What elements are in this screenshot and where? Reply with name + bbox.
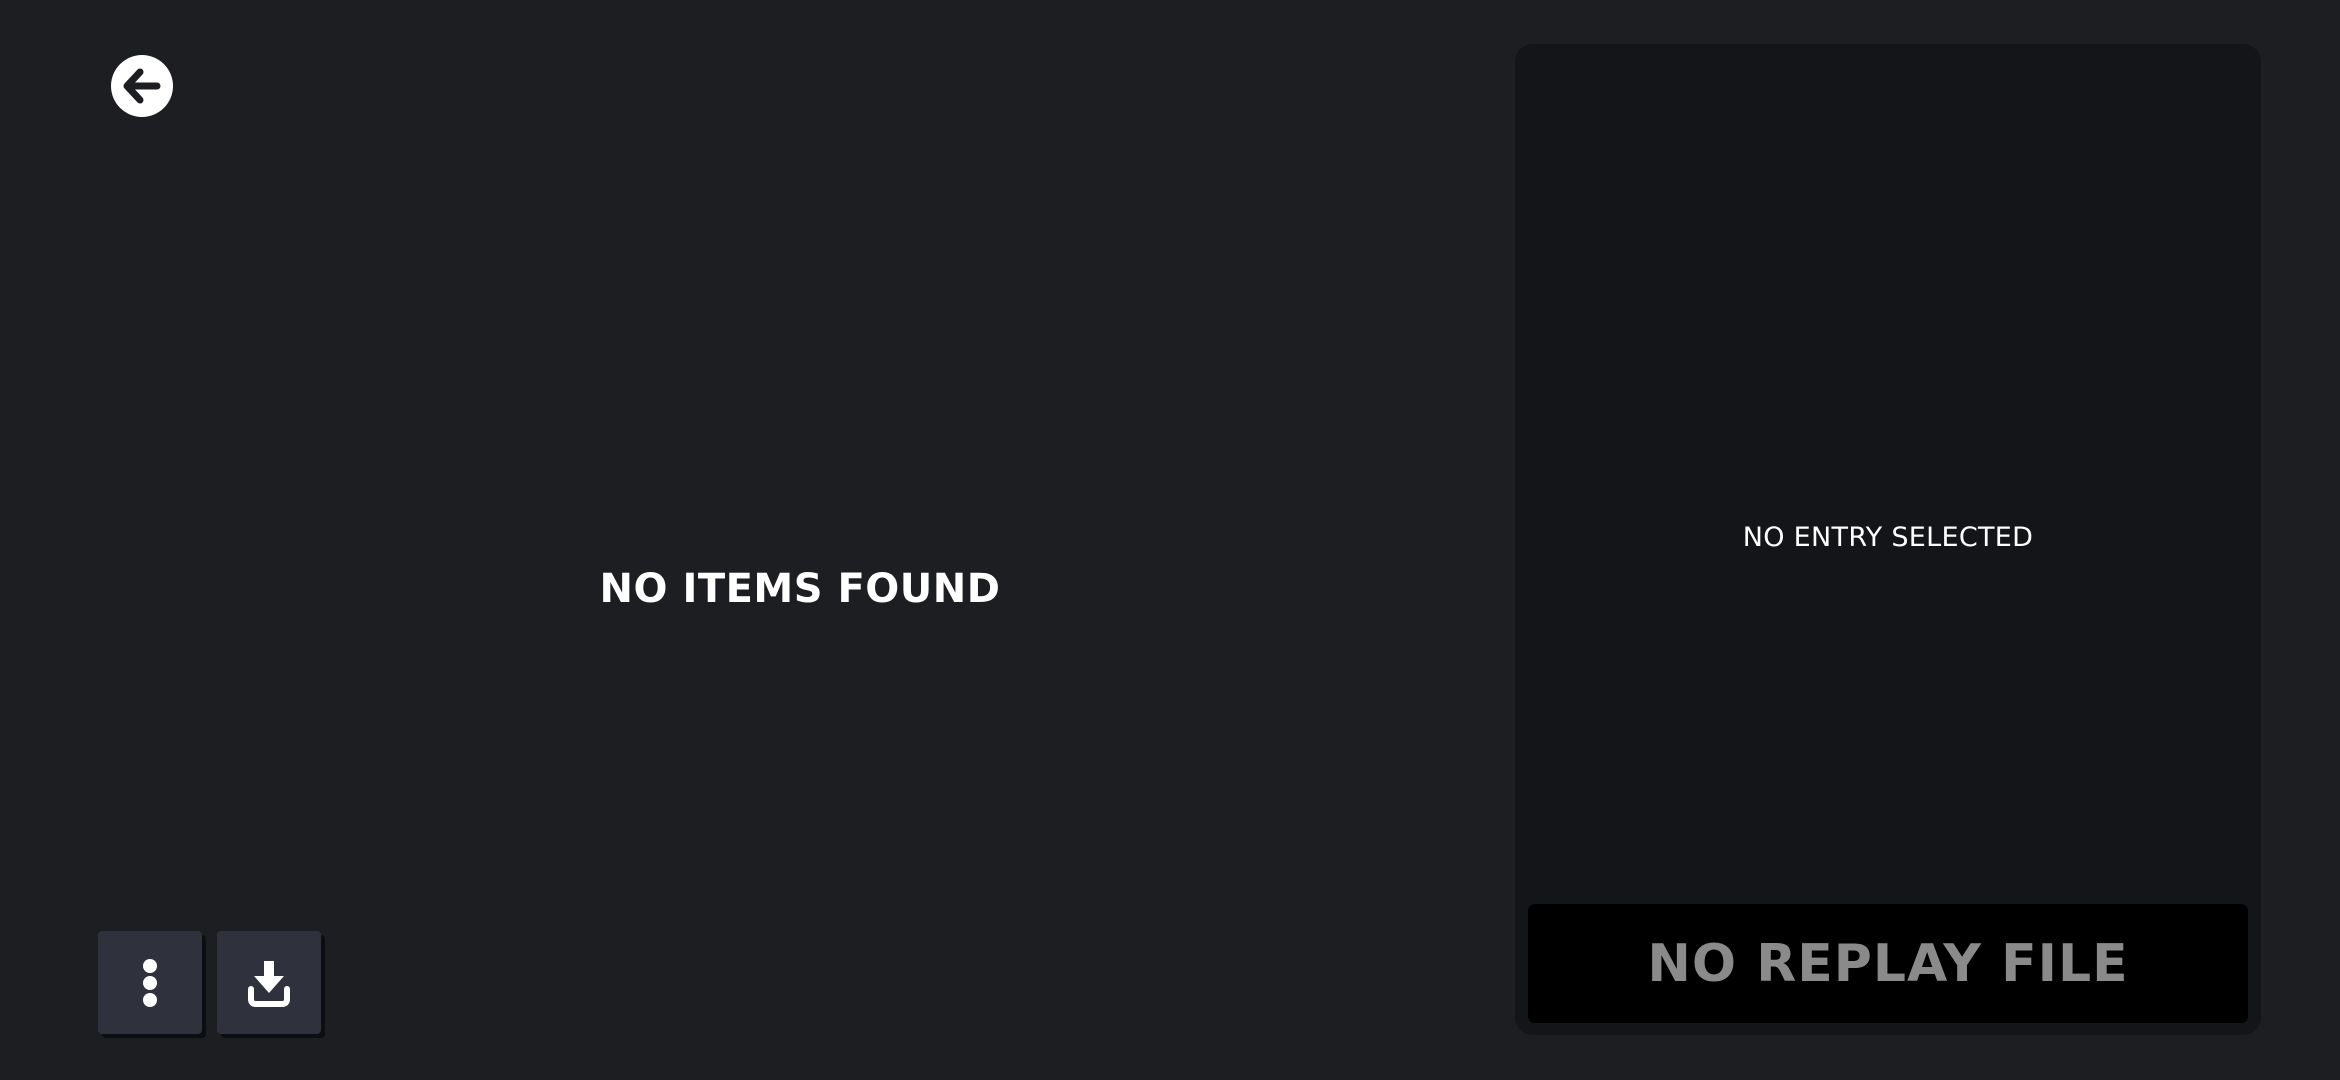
entry-detail-panel: NO ENTRY SELECTED NO REPLAY FILE bbox=[1515, 44, 2261, 1035]
empty-list-message: NO ITEMS FOUND bbox=[599, 566, 1001, 612]
no-selection-message: NO ENTRY SELECTED bbox=[1742, 522, 2034, 553]
more-options-button[interactable] bbox=[98, 931, 202, 1034]
more-vertical-icon bbox=[143, 958, 157, 1007]
download-tray-icon bbox=[248, 960, 290, 1007]
arrow-left-icon bbox=[123, 68, 161, 104]
replay-browser-screen: NO ITEMS FOUND NO ENTRY SELECTED NO REPL… bbox=[0, 0, 2340, 1080]
replay-file-button[interactable]: NO REPLAY FILE bbox=[1528, 904, 2248, 1023]
back-button[interactable] bbox=[111, 55, 173, 117]
import-replay-button[interactable] bbox=[217, 931, 321, 1034]
